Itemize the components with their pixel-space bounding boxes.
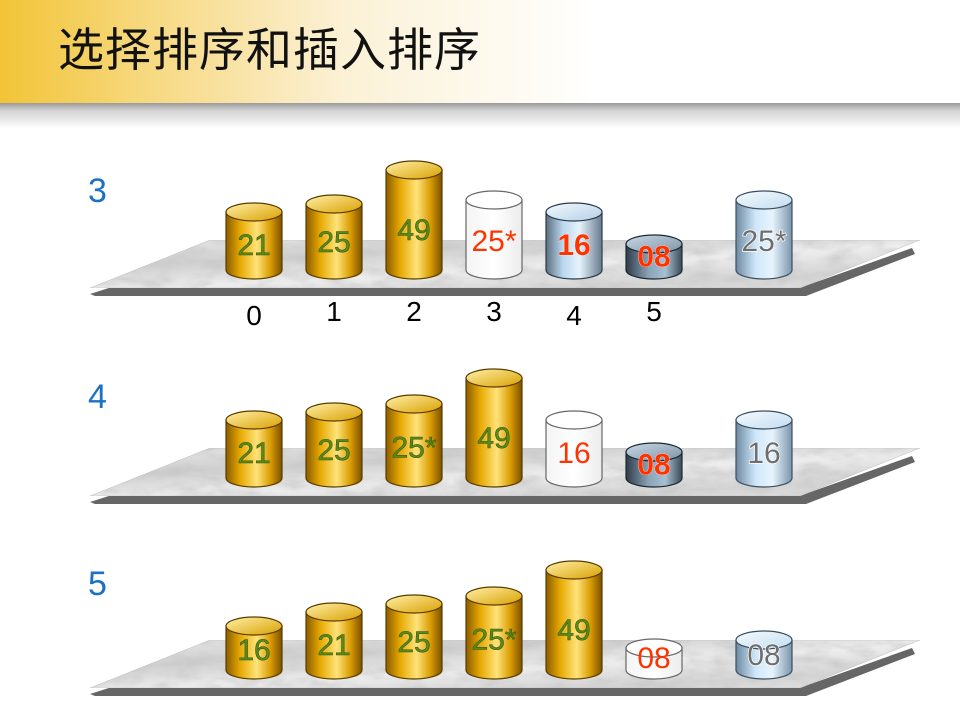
sort-diagram: 21 25 49 25* 16 08 25*21 25 25* 49 16 08 1616 21 25 25*… (89, 160, 921, 696)
cylinder-r3-c0: 16 (225, 616, 283, 680)
cylinder-value: 16 (557, 437, 590, 470)
step-label-2: 4 (88, 378, 107, 416)
index-label-2: 2 (406, 296, 422, 327)
cylinder-r3-c4: 49 (545, 560, 603, 680)
index-label-4: 4 (566, 300, 582, 331)
cylinder-r2-c1: 25 (305, 402, 363, 488)
cylinder-value: 08 (637, 241, 670, 274)
index-label-5: 5 (646, 296, 662, 327)
cylinder-r1-c1: 25 (305, 194, 363, 280)
cylinder-r2-c3: 49 (465, 368, 523, 488)
temp-cylinder-r3: 08 (735, 630, 793, 680)
cylinder-r1-c0: 21 (225, 202, 283, 280)
cylinder-r2-c4: 16 (545, 410, 603, 488)
cylinder-r1-c5: 08 (625, 234, 683, 280)
index-label-1: 1 (326, 296, 342, 327)
cylinder-value: 16 (747, 437, 780, 470)
cylinder-value: 25 (317, 434, 350, 467)
cylinder-value: 21 (237, 437, 270, 470)
cylinder-r1-c4: 16 (545, 202, 603, 280)
cylinder-r3-c2: 25 (385, 594, 443, 680)
cylinder-r3-c1: 21 (305, 602, 363, 680)
cylinder-layer: 21 25 49 25* 16 08 25*21 25 25* 49 16 08 1616 21 25 25*… (225, 160, 793, 680)
cylinder-r2-c2: 25* (385, 394, 443, 488)
cylinder-value: 25 (397, 626, 430, 659)
temp-cylinder-r2: 16 (735, 410, 793, 488)
cylinder-value: 08 (637, 449, 670, 482)
cylinder-r1-c3: 25* (465, 190, 523, 280)
index-label-0: 0 (246, 300, 262, 331)
cylinder-value: 21 (237, 229, 270, 262)
cylinder-r3-c3: 25* (465, 586, 523, 680)
step-label-3: 5 (88, 565, 107, 603)
cylinder-value: 08 (747, 639, 780, 672)
cylinder-value: 25* (471, 623, 516, 656)
cylinder-r2-c5: 08 (625, 442, 683, 488)
step-label-1: 3 (88, 172, 107, 210)
cylinder-value: 49 (397, 214, 430, 247)
cylinder-r3-c5: 08 (625, 638, 683, 680)
cylinder-value: 25* (741, 225, 786, 258)
cylinder-value: 25 (317, 226, 350, 259)
cylinder-value: 21 (317, 629, 350, 662)
cylinder-value: 25* (471, 225, 516, 258)
temp-cylinder-r1: 25* (735, 190, 793, 280)
cylinder-value: 49 (477, 422, 510, 455)
cylinder-value: 49 (557, 614, 590, 647)
cylinder-r2-c0: 21 (225, 410, 283, 488)
cylinder-value: 16 (237, 634, 270, 667)
cylinder-value: 16 (557, 229, 590, 262)
cylinder-value: 08 (637, 642, 670, 675)
index-label-3: 3 (486, 296, 502, 327)
cylinder-value: 25* (391, 431, 436, 464)
cylinder-r1-c2: 49 (385, 160, 443, 280)
